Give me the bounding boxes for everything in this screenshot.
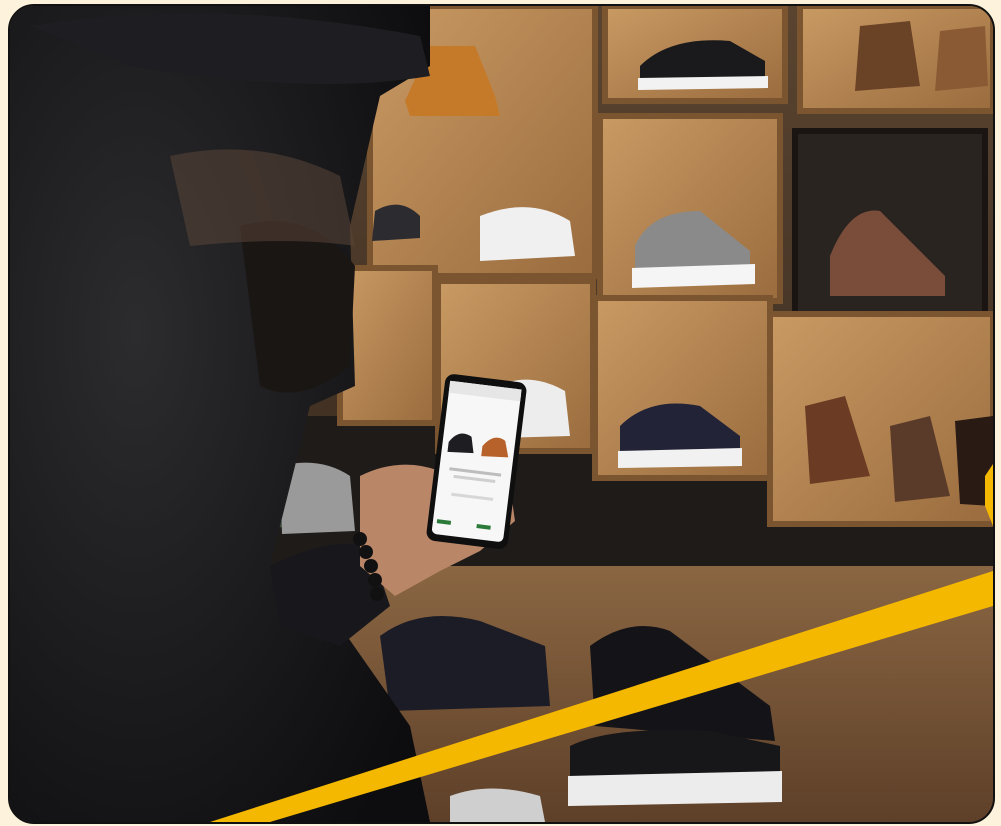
photo-illustration [10, 6, 993, 822]
store-photo [8, 4, 995, 824]
image-card [0, 0, 1001, 826]
